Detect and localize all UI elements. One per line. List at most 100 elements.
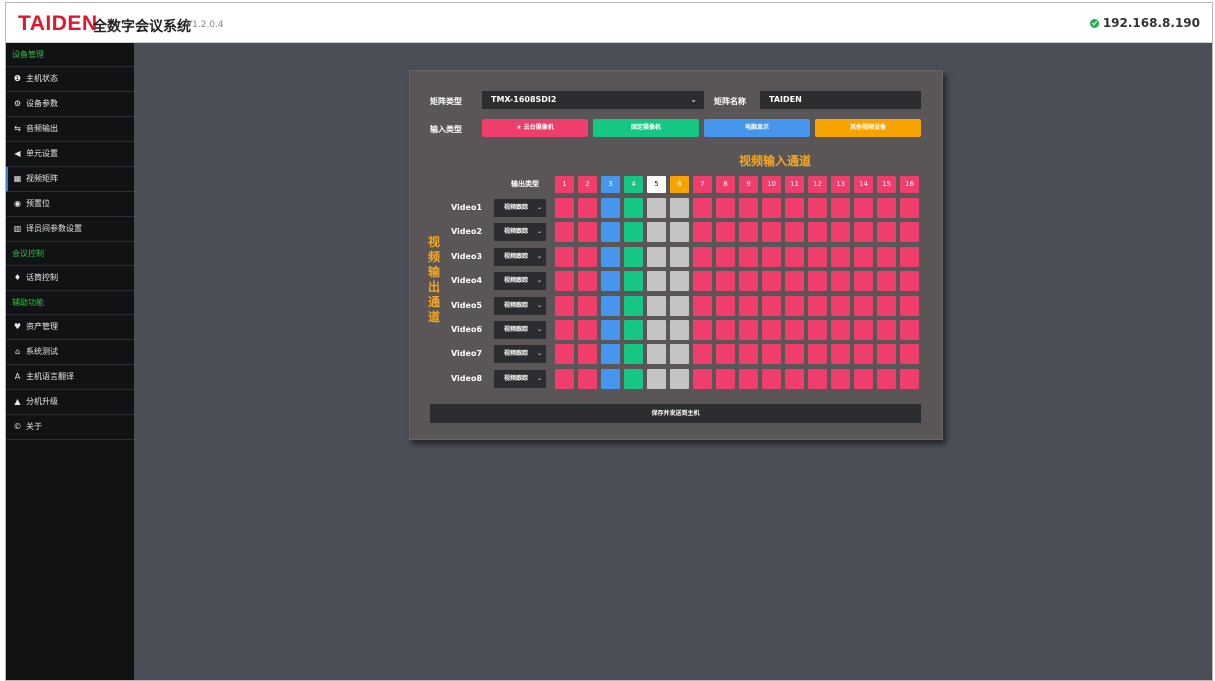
sidebar-item[interactable]: ⌂ 系统测试 — [6, 340, 134, 365]
matrix-cell[interactable] — [762, 271, 781, 292]
matrix-cell[interactable] — [578, 320, 597, 340]
output-type-select[interactable]: 视频跟踪 ⌄ — [494, 369, 546, 388]
matrix-cell[interactable] — [624, 222, 643, 243]
matrix-cell[interactable] — [555, 344, 574, 365]
matrix-cell[interactable] — [578, 295, 597, 316]
matrix-cell[interactable] — [762, 344, 781, 365]
matrix-cell[interactable] — [601, 198, 620, 218]
matrix-cell[interactable] — [739, 344, 758, 365]
matrix-cell[interactable] — [739, 295, 758, 316]
matrix-cell[interactable] — [854, 295, 873, 316]
sidebar-item[interactable]: ▲ 分机升级 — [6, 390, 134, 415]
matrix-cell[interactable] — [808, 271, 827, 292]
sidebar-item[interactable]: ♦ 话筒控制 — [6, 266, 134, 291]
matrix-cell[interactable] — [808, 222, 827, 243]
matrix-cell[interactable] — [555, 246, 574, 267]
matrix-cell[interactable] — [555, 295, 574, 316]
matrix-cell[interactable] — [762, 295, 781, 316]
matrix-cell[interactable] — [831, 344, 850, 365]
sidebar-item[interactable]: A 主机语言翻译 — [6, 365, 134, 390]
input-channel-header[interactable]: 12 — [808, 176, 827, 193]
matrix-cell[interactable] — [578, 368, 597, 389]
matrix-cell[interactable] — [877, 271, 896, 292]
matrix-cell[interactable] — [555, 222, 574, 243]
matrix-cell[interactable] — [831, 222, 850, 243]
matrix-cell[interactable] — [877, 198, 896, 218]
input-channel-header[interactable]: 3 — [601, 176, 620, 193]
output-type-select[interactable]: 视频跟踪 ⌄ — [494, 296, 546, 315]
matrix-cell[interactable] — [647, 320, 666, 340]
matrix-cell[interactable] — [624, 271, 643, 292]
input-channel-header[interactable]: 6 — [670, 176, 689, 193]
matrix-cell[interactable] — [601, 271, 620, 292]
matrix-cell[interactable] — [854, 368, 873, 389]
matrix-cell[interactable] — [831, 295, 850, 316]
matrix-cell[interactable] — [716, 320, 735, 340]
matrix-cell[interactable] — [900, 368, 919, 389]
input-channel-header[interactable]: 1 — [555, 176, 574, 193]
matrix-name-input[interactable]: TAIDEN — [760, 91, 921, 109]
matrix-cell[interactable] — [900, 271, 919, 292]
matrix-cell[interactable] — [831, 246, 850, 267]
input-channel-header[interactable]: 14 — [854, 176, 873, 193]
input-channel-header[interactable]: 7 — [693, 176, 712, 193]
matrix-cell[interactable] — [854, 246, 873, 267]
matrix-cell[interactable] — [647, 368, 666, 389]
output-type-select[interactable]: 视频跟踪 ⌄ — [494, 321, 546, 339]
matrix-cell[interactable] — [762, 198, 781, 218]
output-type-select[interactable]: 视频跟踪 ⌄ — [494, 272, 546, 291]
matrix-cell[interactable] — [716, 368, 735, 389]
matrix-cell[interactable] — [578, 222, 597, 243]
matrix-cell[interactable] — [739, 320, 758, 340]
matrix-cell[interactable] — [578, 271, 597, 292]
matrix-cell[interactable] — [716, 271, 735, 292]
matrix-cell[interactable] — [693, 320, 712, 340]
matrix-cell[interactable] — [716, 246, 735, 267]
input-channel-header[interactable]: 16 — [900, 176, 919, 193]
matrix-cell[interactable] — [854, 271, 873, 292]
matrix-cell[interactable] — [877, 320, 896, 340]
input-channel-header[interactable]: 8 — [716, 176, 735, 193]
matrix-cell[interactable] — [831, 271, 850, 292]
matrix-cell[interactable] — [808, 246, 827, 267]
matrix-cell[interactable] — [647, 295, 666, 316]
matrix-cell[interactable] — [601, 344, 620, 365]
matrix-cell[interactable] — [785, 320, 804, 340]
matrix-cell[interactable] — [647, 198, 666, 218]
matrix-cell[interactable] — [670, 368, 689, 389]
matrix-cell[interactable] — [716, 295, 735, 316]
matrix-cell[interactable] — [624, 246, 643, 267]
matrix-cell[interactable] — [762, 320, 781, 340]
sidebar-item[interactable]: ◀ 单元设置 — [6, 142, 134, 167]
matrix-cell[interactable] — [739, 222, 758, 243]
matrix-cell[interactable] — [900, 222, 919, 243]
matrix-cell[interactable] — [578, 246, 597, 267]
matrix-cell[interactable] — [785, 222, 804, 243]
matrix-cell[interactable] — [900, 198, 919, 218]
matrix-cell[interactable] — [900, 344, 919, 365]
matrix-cell[interactable] — [693, 198, 712, 218]
input-channel-header[interactable]: 13 — [831, 176, 850, 193]
matrix-cell[interactable] — [647, 222, 666, 243]
matrix-cell[interactable] — [831, 320, 850, 340]
matrix-cell[interactable] — [578, 198, 597, 218]
matrix-cell[interactable] — [601, 368, 620, 389]
input-channel-header[interactable]: 10 — [762, 176, 781, 193]
matrix-cell[interactable] — [785, 198, 804, 218]
matrix-cell[interactable] — [693, 222, 712, 243]
matrix-cell[interactable] — [785, 344, 804, 365]
matrix-cell[interactable] — [670, 246, 689, 267]
matrix-cell[interactable] — [877, 295, 896, 316]
matrix-type-select[interactable]: TMX-1608SDI2 ⌄ — [482, 91, 704, 109]
matrix-cell[interactable] — [555, 368, 574, 389]
matrix-cell[interactable] — [877, 222, 896, 243]
matrix-cell[interactable] — [601, 222, 620, 243]
sidebar-item[interactable]: ♥ 资产管理 — [6, 315, 134, 340]
input-channel-header[interactable]: 2 — [578, 176, 597, 193]
matrix-cell[interactable] — [555, 198, 574, 218]
matrix-cell[interactable] — [624, 198, 643, 218]
matrix-cell[interactable] — [693, 295, 712, 316]
input-type-button[interactable]: 其他视频设备 — [815, 119, 921, 137]
matrix-cell[interactable] — [831, 368, 850, 389]
matrix-cell[interactable] — [739, 198, 758, 218]
